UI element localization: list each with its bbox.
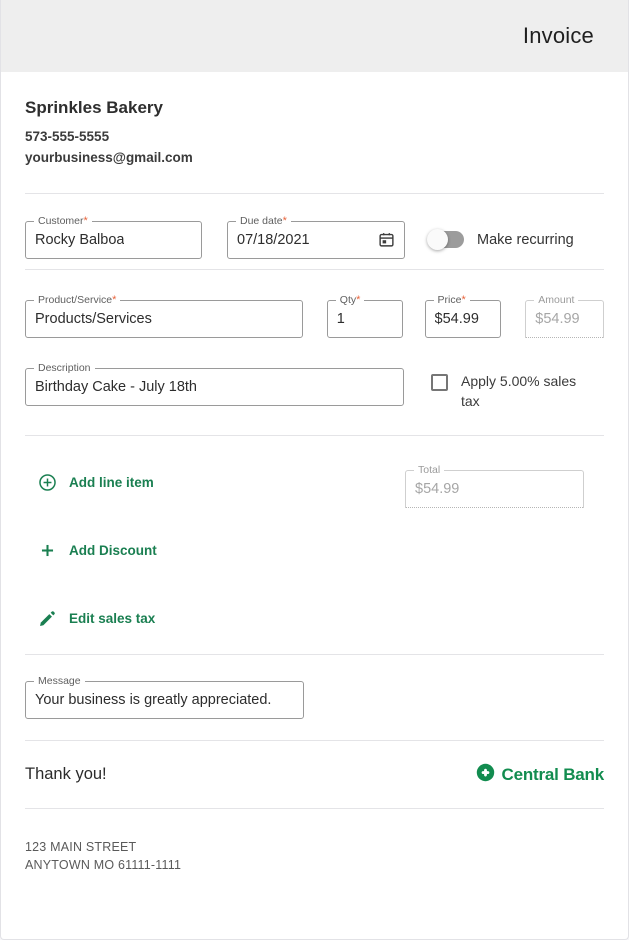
customer-row: Customer* Rocky Balboa Due date* 07/18/2…	[25, 221, 604, 259]
amount-label: Amount	[534, 294, 578, 307]
divider	[25, 435, 604, 436]
make-recurring-label: Make recurring	[477, 232, 574, 248]
customer-field[interactable]: Customer* Rocky Balboa	[25, 221, 202, 259]
qty-label: Qty*	[336, 294, 365, 307]
edit-sales-tax-label: Edit sales tax	[69, 611, 155, 626]
central-bank-logo: Central Bank	[476, 763, 604, 787]
divider	[25, 808, 604, 809]
amount-field: Amount $54.99	[525, 300, 604, 338]
divider	[25, 193, 604, 194]
customer-value: Rocky Balboa	[35, 232, 124, 248]
apply-sales-tax-checkbox[interactable]: Apply 5.00% sales tax	[431, 368, 586, 412]
divider	[25, 654, 604, 655]
apply-sales-tax-label: Apply 5.00% sales tax	[461, 372, 586, 412]
business-email: yourbusiness@gmail.com	[25, 148, 604, 169]
description-field[interactable]: Description Birthday Cake - July 18th	[25, 368, 404, 406]
invoice-page: Invoice Sprinkles Bakery 573-555-5555 yo…	[0, 0, 629, 940]
due-date-label: Due date*	[236, 215, 291, 228]
add-discount-label: Add Discount	[69, 543, 157, 558]
add-line-item-label: Add line item	[69, 475, 154, 490]
bank-mark-icon	[476, 763, 495, 787]
thank-you-row: Thank you! Central Bank	[25, 763, 604, 787]
price-field[interactable]: Price* $54.99	[425, 300, 502, 338]
amount-value: $54.99	[535, 311, 579, 327]
qty-field[interactable]: Qty* 1	[327, 300, 403, 338]
page-title: Invoice	[523, 23, 594, 49]
app-header: Invoice	[1, 0, 628, 72]
toggle-switch[interactable]	[428, 231, 464, 248]
add-line-item-button[interactable]: Add line item	[25, 470, 405, 496]
add-discount-button[interactable]: Add Discount	[25, 538, 405, 564]
address-line-1: 123 MAIN STREET	[25, 838, 604, 857]
divider	[25, 740, 604, 741]
make-recurring-toggle[interactable]: Make recurring	[428, 231, 574, 248]
qty-value: 1	[337, 311, 345, 327]
description-row: Description Birthday Cake - July 18th Ap…	[25, 368, 604, 412]
checkbox-box[interactable]	[431, 374, 448, 391]
message-field[interactable]: Message Your business is greatly appreci…	[25, 681, 304, 719]
bank-name-text: Central Bank	[502, 765, 604, 785]
divider	[25, 269, 604, 270]
business-phone: 573-555-5555	[25, 127, 604, 148]
total-label: Total	[414, 464, 444, 477]
action-links: Add line item Add Discount	[25, 470, 405, 632]
customer-label: Customer*	[34, 215, 92, 228]
business-name: Sprinkles Bakery	[25, 98, 604, 118]
total-value: $54.99	[415, 481, 459, 497]
pencil-icon	[36, 608, 58, 630]
description-value: Birthday Cake - July 18th	[35, 379, 197, 395]
total-field: Total $54.99	[405, 470, 584, 508]
actions-and-total: Add line item Add Discount	[25, 470, 604, 632]
address-line-2: ANYTOWN MO 61111-1111	[25, 856, 604, 875]
plus-circle-icon	[36, 472, 58, 494]
product-service-value: Products/Services	[35, 311, 152, 327]
calendar-icon[interactable]	[378, 231, 395, 248]
description-label: Description	[34, 362, 95, 375]
thank-you-text: Thank you!	[25, 765, 107, 784]
toggle-knob	[427, 229, 448, 250]
edit-sales-tax-button[interactable]: Edit sales tax	[25, 606, 405, 632]
footer-address: 123 MAIN STREET ANYTOWN MO 61111-1111	[25, 838, 604, 876]
message-label: Message	[34, 675, 85, 688]
product-service-field[interactable]: Product/Service* Products/Services	[25, 300, 303, 338]
price-label: Price*	[434, 294, 470, 307]
price-value: $54.99	[435, 311, 479, 327]
product-service-label: Product/Service*	[34, 294, 120, 307]
due-date-value: 07/18/2021	[237, 232, 378, 248]
plus-icon	[36, 540, 58, 562]
message-value: Your business is greatly appreciated.	[35, 692, 271, 708]
line-item-row: Product/Service* Products/Services Qty* …	[25, 300, 604, 338]
total-column: Total $54.99	[405, 470, 604, 632]
due-date-field[interactable]: Due date* 07/18/2021	[227, 221, 405, 259]
business-info: Sprinkles Bakery 573-555-5555 yourbusine…	[25, 72, 604, 169]
